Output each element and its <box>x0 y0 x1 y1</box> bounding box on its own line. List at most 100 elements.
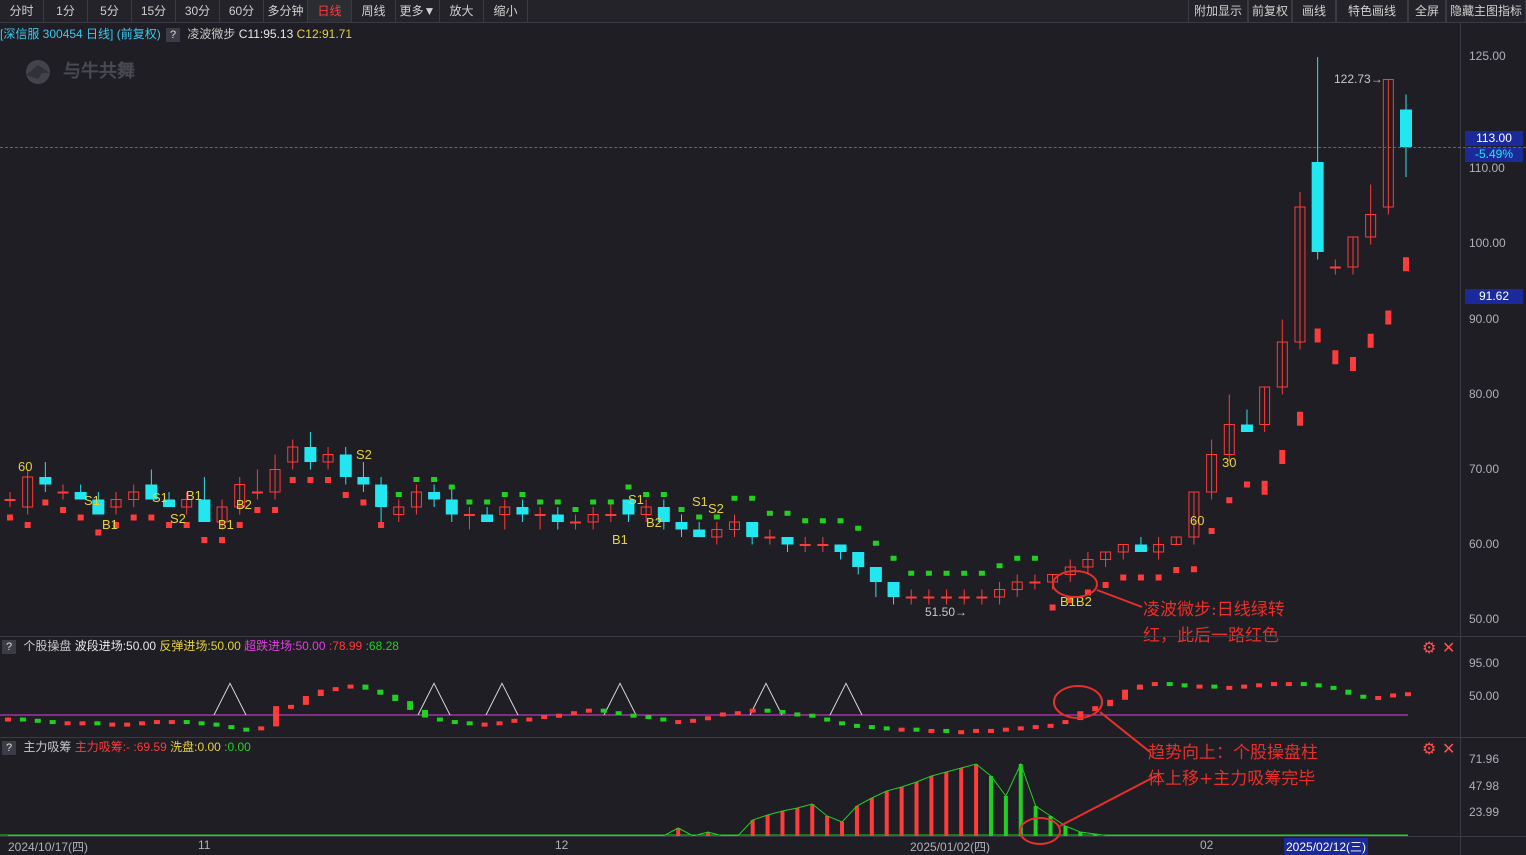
candlestick-chart[interactable]: 122.73→ 51.50→ <box>0 23 1460 635</box>
indicator-dot <box>590 499 597 505</box>
operation-bar <box>928 728 935 733</box>
operation-bar <box>1375 696 1382 700</box>
price-axis-label: 50.00 <box>1469 612 1500 626</box>
signal-label: B1 <box>218 517 234 532</box>
operation-bar <box>1390 693 1397 698</box>
panel3-field2: :69.59 <box>133 740 167 754</box>
indicator-dot <box>996 563 1003 569</box>
operation-bar <box>1062 720 1069 725</box>
view-option-button[interactable]: 附加显示 <box>1188 0 1248 22</box>
p3-axis-72: 71.96 <box>1469 752 1500 766</box>
help-icon[interactable]: ? <box>2 639 16 654</box>
indicator-dot <box>342 492 349 498</box>
operation-bar <box>362 684 369 690</box>
view-option-button[interactable]: 特色画线 <box>1336 0 1408 22</box>
indicator-dot <box>1314 328 1321 343</box>
candle-body <box>569 521 581 524</box>
p3-axis-48: 47.98 <box>1469 779 1500 793</box>
operation-bar <box>630 713 637 718</box>
indicator-dot <box>978 570 985 576</box>
candle-body <box>675 522 688 530</box>
p2-axis-50: 50.00 <box>1469 689 1500 703</box>
price-axis-label: 125.00 <box>1469 49 1506 63</box>
period-tab[interactable]: 15分 <box>132 0 176 22</box>
signal-label: 60 <box>18 459 33 474</box>
operation-bar <box>19 717 26 722</box>
period-tab[interactable]: 分时 <box>0 0 44 22</box>
panel2-name[interactable]: 个股操盘 <box>23 639 71 653</box>
operation-bar <box>124 722 131 727</box>
operation-bar <box>1256 683 1263 688</box>
view-option-button[interactable]: 画线 <box>1292 0 1336 22</box>
view-option-button[interactable]: 隐藏主图指标 <box>1446 0 1526 22</box>
accumulation-bar <box>959 768 964 836</box>
operation-bar <box>556 713 563 718</box>
current-price-line <box>0 147 1526 148</box>
operation-bar <box>1107 699 1114 707</box>
panel3-info-bar: ? 主力吸筹 主力吸筹:- :69.59 洗盘:0.00 :0.00 <box>0 738 251 756</box>
candle-body <box>905 596 917 599</box>
operation-bar <box>422 709 429 718</box>
period-tab[interactable]: 缩小 <box>484 0 528 22</box>
indicator-dot <box>7 514 13 521</box>
operation-bar <box>451 720 458 725</box>
date-label: 11 <box>198 838 211 852</box>
candle-body <box>445 499 458 515</box>
candle-body <box>799 544 811 546</box>
signal-label: 30 <box>1222 455 1237 470</box>
candle-body <box>834 544 847 552</box>
operation-bar <box>958 730 965 735</box>
operation-bar <box>347 684 354 689</box>
view-option-button[interactable]: 全屏 <box>1408 0 1446 22</box>
accumulation-bar <box>750 820 755 836</box>
candle-body <box>852 552 865 567</box>
operation-bar <box>570 711 577 716</box>
operation-bar <box>1405 692 1411 697</box>
operation-bar <box>705 716 711 721</box>
period-tab[interactable]: 5分 <box>88 0 132 22</box>
indicator-dot <box>1137 574 1144 581</box>
operation-bar <box>1360 694 1367 699</box>
panel2-close-icon[interactable]: ✕ <box>1442 638 1455 658</box>
period-tab[interactable]: 日线 <box>308 0 352 22</box>
indicator-dot <box>925 570 932 576</box>
operation-bar <box>511 718 518 723</box>
indicator-dot <box>554 499 561 505</box>
operation-bar <box>839 721 846 726</box>
panel2-settings-icon[interactable]: ⚙ <box>1422 638 1436 658</box>
view-option-button[interactable]: 前复权 <box>1248 0 1292 22</box>
indicator-dot <box>1173 567 1180 573</box>
period-tab[interactable]: 周线 <box>352 0 396 22</box>
signal-label: S1 <box>152 490 168 505</box>
indicator-dot <box>1261 480 1268 495</box>
panel3-name[interactable]: 主力吸筹 <box>23 740 71 754</box>
indicator-dot <box>1014 555 1021 561</box>
operation-bar <box>526 717 533 722</box>
operation-bar <box>1211 684 1218 689</box>
indicator-dot <box>1367 333 1374 348</box>
period-tab[interactable]: 更多▼ <box>396 0 440 22</box>
accumulation-bar <box>1048 816 1053 836</box>
accumulation-bar <box>929 776 934 836</box>
panel2-chart[interactable] <box>0 656 1460 736</box>
help-icon[interactable]: ? <box>2 740 16 755</box>
high-price-label: 122.73→ <box>1334 72 1383 86</box>
period-tab[interactable]: 多分钟 <box>264 0 308 22</box>
indicator-dot <box>325 477 332 483</box>
indicator-dot <box>678 507 685 512</box>
signal-label: 60 <box>1190 513 1205 528</box>
period-tab[interactable]: 60分 <box>220 0 264 22</box>
indicator-dot <box>60 507 67 513</box>
period-tab[interactable]: 1分 <box>44 0 88 22</box>
indicator-dot <box>272 507 279 513</box>
low-price-label: 51.50→ <box>925 605 967 619</box>
indicator-dot <box>307 477 314 483</box>
operation-bar <box>302 696 309 705</box>
operation-bar <box>1032 725 1039 730</box>
operation-bar <box>273 706 280 727</box>
accumulation-bar <box>944 772 949 836</box>
period-tab[interactable]: 放大 <box>440 0 484 22</box>
period-tab[interactable]: 30分 <box>176 0 220 22</box>
indicator-dot <box>1208 528 1215 534</box>
operation-bar <box>868 725 875 730</box>
